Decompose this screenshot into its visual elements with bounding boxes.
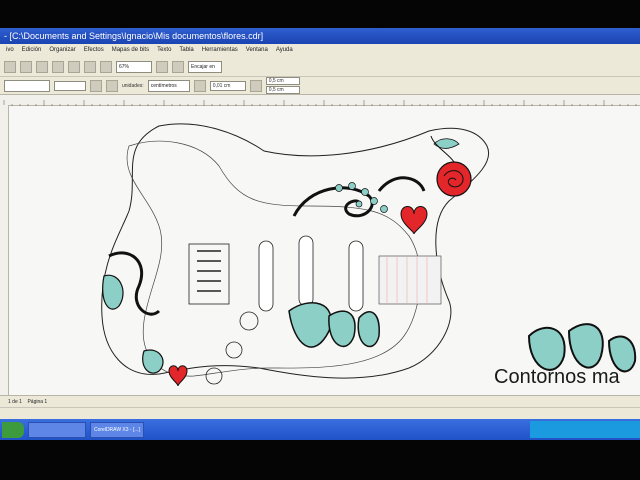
units-label: unidades: xyxy=(122,82,144,89)
volume-knob xyxy=(239,311,259,331)
bridge-saddles xyxy=(197,250,221,292)
zoom-level-select[interactable]: 67% xyxy=(116,60,152,73)
teal-leaf-3 xyxy=(357,311,380,348)
teal-leaf-lower xyxy=(142,349,164,374)
bridge-plate xyxy=(188,243,230,305)
save-icon[interactable] xyxy=(36,60,48,73)
page-tab[interactable]: Página 1 xyxy=(27,399,47,405)
page-navigator: 1 de 1 Página 1 xyxy=(0,395,640,407)
new-document-icon[interactable] xyxy=(4,60,16,73)
menu-item-texto[interactable]: Texto xyxy=(153,44,175,57)
menu-item-organizar[interactable]: Organizar xyxy=(45,44,79,57)
red-heart-upper xyxy=(400,206,428,235)
page-width-field[interactable] xyxy=(54,80,86,91)
black-swirl-upper-2 xyxy=(377,176,426,192)
red-heart-lower xyxy=(168,365,188,387)
paper-size-select[interactable] xyxy=(4,79,50,92)
red-rose xyxy=(436,161,472,197)
window-titlebar: - [C:\Documents and Settings\Ignacio\Mis… xyxy=(0,28,640,44)
menu-bar: ivo Edición Organizar Efectos Mapas de b… xyxy=(0,44,640,57)
open-icon[interactable] xyxy=(20,60,32,73)
full-screen-icon[interactable] xyxy=(156,60,168,73)
tone-knob-2 xyxy=(205,367,223,385)
standard-toolbar: 67% Encajar en xyxy=(0,57,640,77)
teal-leaf-2 xyxy=(328,310,356,348)
pickup-middle xyxy=(298,235,314,307)
start-button[interactable] xyxy=(2,421,24,438)
duplicate-y-field[interactable]: 0,5 cm xyxy=(265,86,300,94)
teal-leaf-1 xyxy=(288,302,332,348)
import-icon[interactable] xyxy=(84,60,96,73)
snap-select[interactable]: Encajar en xyxy=(188,60,222,73)
redo-icon[interactable] xyxy=(68,60,80,73)
rulers-icon[interactable] xyxy=(172,60,184,73)
canvas-text-object[interactable]: Contornos ma xyxy=(494,366,620,389)
teal-leaf-right-2 xyxy=(567,323,604,369)
portrait-icon[interactable] xyxy=(90,79,102,92)
guitar-body-outline xyxy=(101,123,490,379)
menu-item-archivo[interactable]: ivo xyxy=(2,44,18,57)
teal-leaf-left xyxy=(102,274,124,310)
menu-item-ayuda[interactable]: Ayuda xyxy=(272,44,297,57)
pickup-neck xyxy=(348,240,364,312)
menu-item-ventana[interactable]: Ventana xyxy=(242,44,272,57)
menu-item-efectos[interactable]: Efectos xyxy=(80,44,108,57)
monitor-screen: - [C:\Documents and Settings\Ignacio\Mis… xyxy=(0,28,640,440)
taskbar-item[interactable] xyxy=(28,421,86,438)
neck-pocket xyxy=(378,255,442,305)
drawing-canvas[interactable]: Contornos ma xyxy=(9,106,640,396)
vertical-ruler[interactable] xyxy=(0,105,9,395)
duplicate-distance-icon xyxy=(249,79,262,92)
taskbar-item-coreldraw[interactable]: CorelDRAW X3 - [...] xyxy=(90,421,144,438)
duplicate-x-field[interactable]: 0,5 cm xyxy=(265,77,300,85)
teal-small-leaf xyxy=(433,138,460,149)
windows-taskbar: CorelDRAW X3 - [...] xyxy=(0,419,640,440)
nudge-icon xyxy=(193,79,206,92)
menu-item-tabla[interactable]: Tabla xyxy=(175,44,197,57)
menu-item-herramientas[interactable]: Herramientas xyxy=(198,44,242,57)
system-tray xyxy=(530,421,640,438)
teal-leaf-right-1 xyxy=(527,326,566,371)
property-bar: unidades: centímetros 0,01 cm 0,5 cm 0,5… xyxy=(0,77,640,95)
tone-knob-1 xyxy=(225,341,243,359)
nudge-field[interactable]: 0,01 cm xyxy=(209,80,246,91)
landscape-icon[interactable] xyxy=(106,79,118,92)
undo-icon[interactable] xyxy=(52,60,64,73)
pickup-bridge xyxy=(258,240,274,312)
menu-item-edicion[interactable]: Edición xyxy=(18,44,46,57)
guitar-drawing xyxy=(101,123,637,387)
status-bar xyxy=(0,407,640,419)
window-title: - [C:\Documents and Settings\Ignacio\Mis… xyxy=(4,31,264,41)
export-icon[interactable] xyxy=(100,60,112,73)
page-count-label: 1 de 1 xyxy=(8,399,22,405)
units-select[interactable]: centímetros xyxy=(147,79,190,92)
menu-item-mapas-de-bits[interactable]: Mapas de bits xyxy=(108,44,153,57)
horizontal-ruler[interactable] xyxy=(0,95,640,108)
duplicate-distance-fields: 0,5 cm 0,5 cm xyxy=(265,77,300,94)
